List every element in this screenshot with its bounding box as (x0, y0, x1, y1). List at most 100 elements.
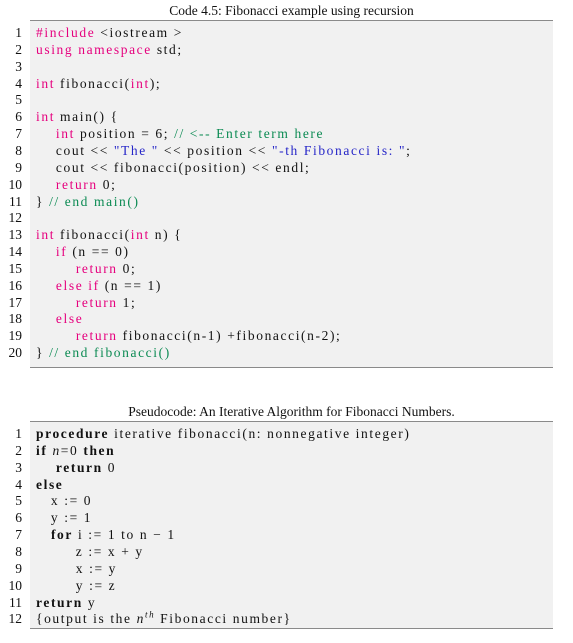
superscript: th (144, 609, 156, 620)
code-token: 0; (117, 260, 137, 276)
line-number: 4 (15, 75, 22, 91)
line-number: 18 (8, 311, 23, 327)
code-token: << position << (158, 142, 272, 158)
string-literal: "The " (113, 142, 159, 158)
line-number: 2 (15, 41, 22, 57)
code-token: ; (406, 142, 412, 158)
line-number: 5 (15, 493, 22, 509)
code-token: n) { (149, 227, 183, 243)
keyword: return (55, 459, 103, 475)
code-token: fibonacci(n-1) +fibonacci(n-2); (117, 328, 342, 344)
line-number: 19 (8, 328, 23, 344)
listing-caption: Code 4.5: Fibonacci example using recurs… (169, 3, 414, 18)
line-code: else if (n == 1) (36, 277, 162, 294)
code-token: =0 (60, 442, 84, 458)
keyword: int (130, 227, 150, 243)
keyword: return (36, 594, 83, 610)
code-token: fibonacci( (55, 227, 131, 243)
line-number: 11 (9, 193, 22, 209)
code-token: y (82, 594, 97, 610)
listing-caption: Pseudocode: An Iterative Algorithm for F… (128, 404, 455, 419)
code-token: y := z (36, 577, 117, 593)
line-number: 4 (15, 476, 22, 492)
code-token: position = 6; (74, 126, 175, 142)
line-number: 11 (9, 594, 22, 610)
keyword: else (55, 311, 84, 327)
line-code: else (36, 310, 83, 327)
line-number: 8 (15, 543, 22, 559)
line-number: 8 (15, 142, 22, 158)
math-variable: n (52, 442, 61, 458)
line-code: int main() { (36, 108, 119, 125)
line-number: 9 (15, 159, 22, 175)
keyword: using namespace (36, 41, 152, 57)
code-token: z := x + y (36, 543, 144, 559)
line-number: 3 (15, 58, 22, 74)
keyword: #include (36, 25, 96, 40)
code-token: fibonacci( (55, 75, 131, 91)
keyword: return (75, 294, 118, 310)
code-token: (n == 0) (67, 244, 130, 260)
line-code: if (n == 0) (36, 243, 130, 260)
line-number: 5 (15, 92, 22, 108)
line-number: 1 (15, 426, 22, 441)
code-token: cout << fibonacci(position) << endl; (36, 159, 311, 175)
line-number: 15 (8, 260, 23, 276)
code-block: 1 #include <iostream > 2 using namespace st… (9, 20, 553, 368)
comment: // <-- Enter term here (174, 126, 325, 142)
code-token: (n == 1) (99, 277, 162, 293)
line-number: 6 (15, 109, 22, 125)
code-token: x := y (36, 560, 118, 576)
code-token: } (36, 345, 50, 361)
line-number: 20 (8, 345, 23, 361)
keyword: then (83, 442, 116, 458)
keyword: int (130, 75, 150, 91)
line-code: using namespace std; (36, 41, 183, 58)
line-code: for i := 1 to n − 1 (36, 526, 176, 543)
keyword: procedure (36, 426, 110, 441)
line-code: procedure iterative fibonacci(n: nonnega… (36, 425, 410, 442)
math-variable: n (136, 611, 145, 627)
keyword: return (55, 176, 98, 192)
code-token: i := 1 to n − 1 (72, 527, 176, 543)
keyword: int (55, 126, 75, 142)
line-code: int position = 6; // <-- Enter term here (36, 125, 324, 142)
keyword: return (75, 328, 118, 344)
line-number: 1 (15, 25, 22, 40)
line-code: return 1; (36, 294, 136, 311)
code-token: 0 (102, 459, 117, 475)
code-token: } (36, 193, 50, 209)
line-number: 12 (8, 611, 23, 627)
line-code: y := z (36, 577, 116, 594)
keyword: else (36, 476, 64, 492)
line-code: } // end fibonacci() (36, 344, 171, 361)
line-code: cout << fibonacci(position) << endl; (36, 159, 310, 176)
line-code: return 0 (36, 459, 116, 476)
line-number: 12 (8, 210, 23, 226)
line-number: 3 (15, 459, 22, 475)
line-number: 14 (8, 244, 23, 260)
line-code: return y (36, 594, 96, 611)
line-code: return 0; (36, 176, 116, 193)
code-token: main() { (55, 109, 119, 125)
comment: // end main() (49, 193, 140, 209)
code-token: Fibonacci number} (155, 611, 292, 627)
code-token: <iostream > (95, 25, 183, 40)
line-number: 9 (15, 560, 22, 576)
line-code: y := 1 (36, 509, 92, 526)
comment: // end fibonacci() (49, 345, 171, 361)
code-token: 0; (97, 176, 117, 192)
keyword: for (50, 527, 73, 543)
line-code: #include <iostream > (36, 24, 183, 41)
code-token: ); (149, 75, 162, 91)
line-code: int fibonacci(int); (36, 75, 161, 92)
keyword: else if (55, 277, 100, 293)
code-token: cout << (36, 142, 114, 158)
